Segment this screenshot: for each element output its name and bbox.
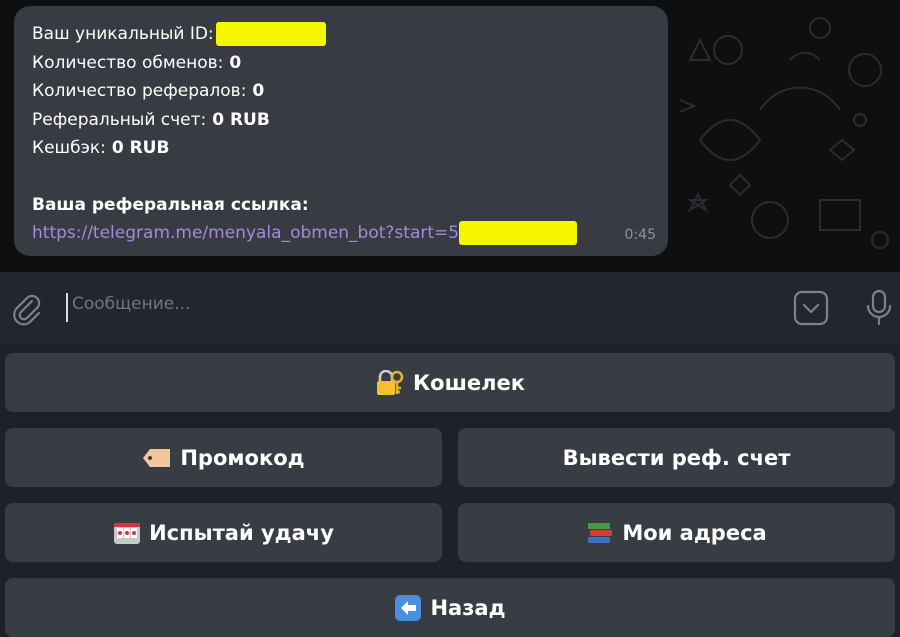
message-input-bar: Сообщение...: [0, 272, 900, 344]
slot-machine-icon: [113, 520, 141, 546]
cashback-line: Кешбэк: 0 RUB: [32, 138, 170, 158]
referral-link-line: https://telegram.me/menyala_obmen_bot?st…: [32, 219, 650, 248]
redaction-mark: [215, 22, 326, 46]
microphone-icon[interactable]: [864, 288, 894, 332]
back-button[interactable]: Назад: [5, 578, 895, 637]
try-luck-button[interactable]: Испытай удачу: [5, 503, 442, 562]
message-time: 0:45: [624, 226, 656, 243]
books-icon: [586, 520, 614, 546]
unique-id-line: Ваш уникальный ID:: [32, 20, 650, 49]
wallet-button[interactable]: Кошелек: [5, 353, 895, 412]
exchanges-count-line: Количество обменов: 0: [32, 52, 242, 73]
bot-reply-keyboard: Кошелек Промокод Вывести реф. счет Испыт…: [0, 344, 900, 637]
paperclip-icon[interactable]: [10, 292, 44, 330]
message-input[interactable]: Сообщение...: [72, 294, 190, 314]
text-cursor: [66, 293, 68, 322]
lock-key-icon: [375, 369, 405, 396]
referral-title: Ваша реферальная ссылка:: [32, 194, 309, 215]
my-addresses-button[interactable]: Мои адреса: [458, 503, 895, 562]
referral-link[interactable]: https://telegram.me/menyala_obmen_bot?st…: [32, 223, 459, 243]
chat-area: Ваш уникальный ID: Количество обменов: 0…: [0, 0, 900, 272]
left-arrow-icon: [394, 594, 422, 622]
bot-keyboard-toggle-icon[interactable]: [793, 290, 829, 330]
referrals-count-line: Количество рефералов: 0: [32, 81, 265, 101]
ticket-icon: [142, 447, 172, 469]
message-bubble: Ваш уникальный ID: Количество обменов: 0…: [14, 6, 668, 256]
referral-balance-line: Реферальный счет: 0 RUB: [32, 109, 270, 130]
promo-code-button[interactable]: Промокод: [5, 428, 442, 487]
withdraw-referral-button[interactable]: Вывести реф. счет: [458, 428, 895, 487]
redaction-mark: [459, 221, 578, 245]
